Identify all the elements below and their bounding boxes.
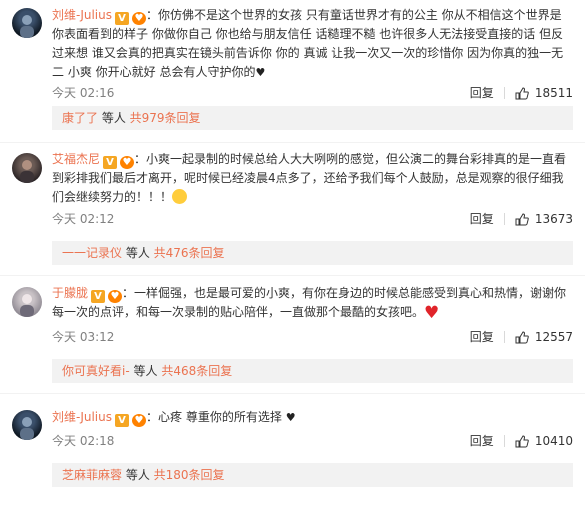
sub-replies-bar[interactable]: 康了了 等人 共979条回复 — [52, 106, 573, 130]
comment-content: 于朦胧 V ♥ ：一样倔强，也是最可爱的小爽，有你在身边的时候总能感受到真心和热情，谢… — [52, 286, 567, 323]
fan-badge-icon: ♥ — [120, 156, 135, 169]
reply-button[interactable]: 回复 — [470, 209, 494, 229]
like-count: 18511 — [534, 86, 573, 100]
sub-reply-mid: 等人 — [122, 246, 154, 260]
sub-reply-count[interactable]: 共180条回复 — [154, 468, 225, 482]
like-button[interactable]: 12557 — [515, 327, 573, 347]
comment-author[interactable]: 刘维-Julius — [52, 410, 112, 424]
comment-content: 艾福杰尼 V ♥ ：小爽一起录制的时候总给人大大咧咧的感觉，但公演二的舞台彩排真的是一… — [52, 152, 567, 204]
sub-reply-count[interactable]: 共979条回复 — [130, 111, 201, 125]
comment-author[interactable]: 艾福杰尼 — [52, 152, 100, 166]
comment-item: 刘维-Julius V ♥ ：你仿佛不是这个世界的女孩 只有童话世界才有的公主 你从不… — [0, 0, 585, 130]
sub-reply-author[interactable]: 康了了 — [62, 111, 98, 125]
like-icon — [515, 86, 529, 99]
avatar[interactable] — [12, 287, 42, 317]
avatar-image-icon — [20, 417, 34, 440]
v-badge-icon: V — [103, 156, 118, 169]
action-divider — [503, 435, 505, 447]
sub-reply-mid: 等人 — [129, 364, 162, 378]
v-badge-icon: V — [91, 290, 106, 303]
comment-meta: 今天 02:18 回复 10410 — [52, 431, 573, 451]
action-divider — [503, 331, 505, 343]
sub-replies-bar[interactable]: 你可真好看i- 等人 共468条回复 — [52, 359, 573, 383]
reply-button[interactable]: 回复 — [470, 83, 494, 103]
avatar[interactable] — [12, 153, 42, 183]
like-count: 10410 — [534, 434, 573, 448]
comment-meta: 今天 03:12 回复 12557 — [52, 327, 573, 347]
sub-reply-author[interactable]: 一一记录仪 — [62, 246, 122, 260]
fan-badge-icon: ♥ — [108, 290, 123, 303]
like-count: 12557 — [534, 330, 573, 344]
comment-meta: 今天 02:12 回复 13673 — [52, 209, 573, 229]
comment-content: 刘维-Julius V ♥ ：你仿佛不是这个世界的女孩 只有童话世界才有的公主 你从不… — [52, 8, 564, 79]
avatar[interactable] — [12, 410, 42, 440]
avatar-image-icon — [20, 294, 34, 317]
v-badge-icon: V — [115, 414, 130, 427]
comment-author[interactable]: 于朦胧 — [52, 286, 88, 300]
reply-button[interactable]: 回复 — [470, 327, 494, 347]
comment-text: 心疼 尊重你的所有选择 — [158, 410, 282, 424]
sub-reply-count[interactable]: 共468条回复 — [161, 364, 232, 378]
like-button[interactable]: 10410 — [515, 431, 573, 451]
sub-replies-bar[interactable]: 一一记录仪 等人 共476条回复 — [52, 241, 573, 265]
comment-item: 刘维-Julius V ♥ ：心疼 尊重你的所有选择 ♥ 今天 02:18 回复 10… — [0, 394, 585, 487]
sub-reply-author[interactable]: 芝麻菲麻蓉 — [62, 468, 122, 482]
sub-replies-bar[interactable]: 芝麻菲麻蓉 等人 共180条回复 — [52, 463, 573, 487]
heart-emoji-icon: ♥ — [424, 303, 440, 323]
action-divider — [503, 87, 505, 99]
comment-meta: 今天 02:16 回复 18511 — [52, 83, 573, 103]
like-count: 13673 — [534, 212, 573, 226]
comment-time: 今天 03:12 — [52, 330, 115, 344]
comment-content: 刘维-Julius V ♥ ：心疼 尊重你的所有选择 ♥ — [52, 410, 296, 427]
heart-emoji-icon: ♥ — [255, 66, 266, 79]
comment-author[interactable]: 刘维-Julius — [52, 8, 112, 22]
comment-time: 今天 02:12 — [52, 212, 115, 226]
crying-emoji-icon — [172, 189, 188, 204]
heart-emoji-icon: ♥ — [285, 411, 296, 424]
sub-reply-mid: 等人 — [122, 468, 154, 482]
fan-badge-icon: ♥ — [132, 414, 147, 427]
like-icon — [515, 434, 529, 447]
like-button[interactable]: 18511 — [515, 83, 573, 103]
comment-actions: 回复 10410 — [470, 431, 573, 451]
reply-button[interactable]: 回复 — [470, 431, 494, 451]
v-badge-icon: V — [115, 12, 130, 25]
comment-time: 今天 02:16 — [52, 86, 115, 100]
action-divider — [503, 213, 505, 225]
comment-actions: 回复 18511 — [470, 83, 573, 103]
comment-text: 一样倔强，也是最可爱的小爽，有你在身边的时候总能感受到真心和热情，谢谢你每一次的… — [52, 286, 567, 319]
sub-reply-count[interactable]: 共476条回复 — [154, 246, 225, 260]
comment-item: 于朦胧 V ♥ ：一样倔强，也是最可爱的小爽，有你在身边的时候总能感受到真心和热情，谢… — [0, 276, 585, 383]
comment-item: 艾福杰尼 V ♥ ：小爽一起录制的时候总给人大大咧咧的感觉，但公演二的舞台彩排真的是一… — [0, 143, 585, 265]
sub-reply-mid: 等人 — [98, 111, 130, 125]
like-icon — [515, 330, 529, 343]
comment-actions: 回复 13673 — [470, 209, 573, 229]
sub-reply-author[interactable]: 你可真好看i- — [62, 364, 130, 378]
avatar[interactable] — [12, 8, 42, 38]
fan-badge-icon: ♥ — [132, 12, 147, 25]
comment-actions: 回复 12557 — [470, 327, 573, 347]
avatar-image-icon — [20, 160, 34, 183]
like-button[interactable]: 13673 — [515, 209, 573, 229]
comment-time: 今天 02:18 — [52, 434, 115, 448]
avatar-image-icon — [20, 15, 34, 38]
like-icon — [515, 212, 529, 225]
